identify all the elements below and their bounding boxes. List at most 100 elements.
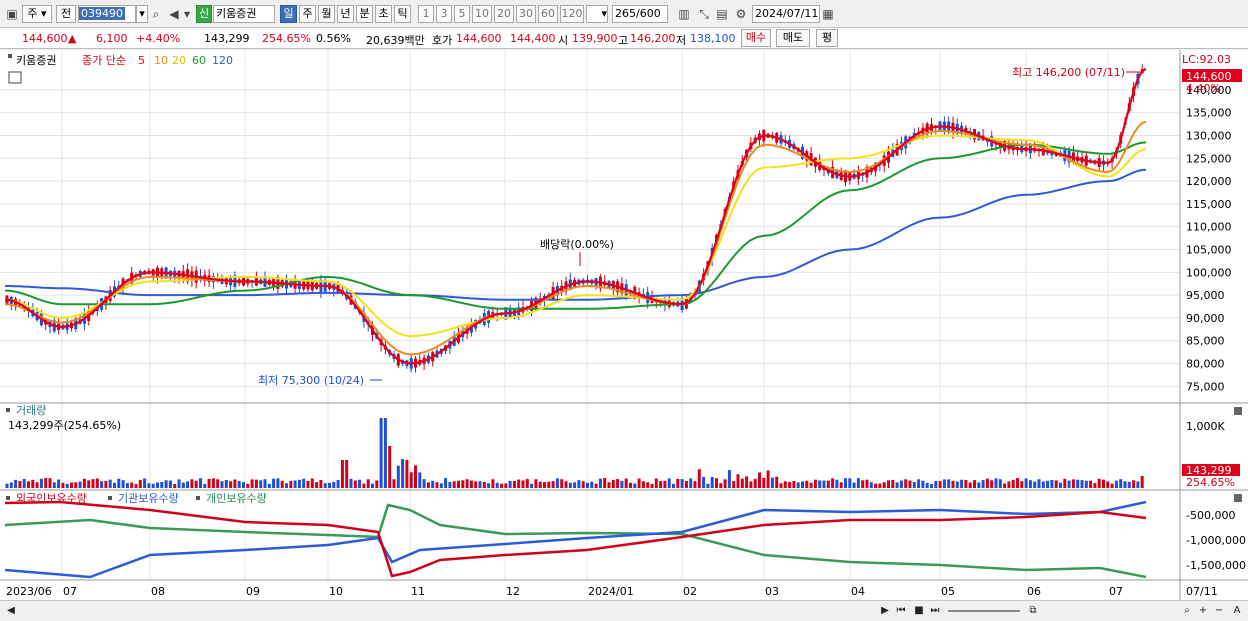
zoom-out-icon[interactable]: − — [1212, 604, 1226, 618]
volume-bar — [899, 480, 903, 488]
interval-1-button[interactable]: 1 — [418, 5, 434, 23]
price-change: 6,100 — [96, 32, 128, 45]
volume-bar — [336, 479, 340, 488]
chevron-down-icon[interactable]: ▾ — [182, 6, 192, 22]
table-toggle-icon[interactable] — [8, 71, 22, 84]
period-year-tab[interactable]: 년 — [337, 5, 354, 23]
period-tick-tab[interactable]: 틱 — [394, 5, 411, 23]
sell-button[interactable]: 매도 — [776, 29, 810, 47]
volume-bar — [388, 446, 392, 488]
time-axis-label: 09 — [246, 585, 260, 598]
volume-bar — [143, 478, 147, 488]
code-dropdown-button[interactable]: ▾ — [136, 5, 148, 23]
save-icon[interactable]: ▤ — [714, 6, 730, 22]
legend-ma5: 5 — [138, 54, 145, 67]
chart-type-icon[interactable]: ▥ — [676, 6, 692, 22]
volume-bar — [620, 480, 624, 488]
font-size-icon[interactable]: A — [1230, 604, 1244, 618]
speaker-icon[interactable]: ◀ — [166, 6, 182, 22]
market-all-button[interactable]: 전 — [56, 5, 76, 23]
bid-price: 144,400 — [510, 32, 556, 45]
volume-ratio: 254.65% — [262, 32, 311, 45]
period-month-tab[interactable]: 월 — [318, 5, 335, 23]
volume-bar — [947, 479, 951, 488]
volume-bar — [844, 478, 847, 488]
volume-bar — [276, 478, 280, 488]
fast-forward-icon[interactable]: ⏭ — [928, 604, 942, 618]
stock-code-input[interactable]: 039490 — [78, 5, 136, 23]
volume-bar — [414, 465, 417, 488]
holdings-close-icon[interactable] — [1234, 494, 1242, 502]
period-second-tab[interactable]: 초 — [375, 5, 392, 23]
chart-scrollbar[interactable]: ◀ ▶ ⏮ ■ ⏭ ⧉ ⌕ + − A — [0, 600, 1248, 621]
interval-3-button[interactable]: 3 — [436, 5, 452, 23]
period-minute-tab[interactable]: 분 — [356, 5, 373, 23]
interval-60-button[interactable]: 60 — [538, 5, 558, 23]
volume-bar — [706, 483, 710, 488]
volume-bar — [1063, 478, 1067, 488]
volume-bar — [173, 483, 177, 488]
volume-bar — [1037, 479, 1041, 488]
interval-custom-select[interactable]: ▾ — [586, 5, 608, 23]
tool-icon[interactable]: ⧉ — [1026, 604, 1040, 618]
zoom-search-icon[interactable]: ⌕ — [1180, 604, 1194, 618]
window-menu-icon[interactable]: ▣ — [4, 6, 20, 22]
volume-bar — [839, 482, 843, 488]
scroll-right-icon[interactable]: ▶ — [878, 604, 892, 618]
volume-bar — [1020, 481, 1024, 488]
interval-20-button[interactable]: 20 — [494, 5, 514, 23]
volume-bar — [469, 480, 473, 488]
volume-bar — [250, 479, 254, 488]
evaluate-button[interactable]: 평 — [816, 29, 838, 47]
zoom-slider[interactable] — [948, 610, 1020, 612]
volume-bar — [478, 481, 482, 488]
volume-bar — [590, 481, 594, 488]
volume-bar — [95, 478, 99, 488]
time-axis-label: 2024/01 — [588, 585, 634, 598]
volume-bar — [895, 482, 899, 488]
volume-bar — [194, 480, 198, 488]
interval-10-button[interactable]: 10 — [472, 5, 492, 23]
time-axis-label: 02 — [683, 585, 697, 598]
stock-chart[interactable]: 키움증권 종가 단순 5 10 20 60 120 최고 146,200 (07… — [0, 50, 1248, 600]
volume-bar — [874, 483, 878, 488]
zoom-in-icon[interactable]: + — [1196, 604, 1210, 618]
period-week-tab[interactable]: 주 — [299, 5, 316, 23]
volume-bar — [267, 483, 271, 488]
buy-button[interactable]: 매수 — [741, 29, 771, 47]
rewind-icon[interactable]: ⏮ — [894, 604, 908, 618]
time-axis-label: 07 — [1109, 585, 1123, 598]
volume-bar — [968, 482, 972, 488]
holdings-tick-2: -1,000,000 — [1186, 534, 1246, 547]
volume-bar — [259, 480, 263, 488]
volume-bar — [1067, 480, 1071, 488]
gear-icon[interactable]: ⚙ — [733, 6, 749, 22]
volume-bar — [530, 483, 534, 488]
interval-5-button[interactable]: 5 — [454, 5, 470, 23]
ask-price: 144,600 — [456, 32, 502, 45]
volume-close-icon[interactable] — [1234, 407, 1242, 415]
volume-info: 143,299주(254.65%) — [8, 419, 121, 432]
calendar-icon[interactable]: ▦ — [820, 6, 836, 22]
date-input[interactable]: 2024/07/11 — [752, 5, 820, 23]
volume-bar — [263, 479, 267, 488]
period-day-tab[interactable]: 일 — [280, 5, 297, 23]
volume-bar — [977, 482, 981, 488]
interval-120-button[interactable]: 120 — [560, 5, 584, 23]
volume-bar — [676, 478, 680, 488]
volume-bar — [22, 478, 26, 488]
volume-bar — [125, 483, 129, 488]
search-icon[interactable]: ⌕ — [148, 6, 164, 22]
volume-bar — [1076, 479, 1080, 488]
volume-bar — [426, 482, 430, 488]
price-tick-label: 75,000 — [1186, 380, 1225, 393]
volume-bar — [358, 479, 362, 488]
drawing-tool-icon[interactable]: ⤡ — [696, 6, 712, 22]
price-tick-label: 100,000 — [1186, 266, 1232, 279]
scroll-left-icon[interactable]: ◀ — [4, 604, 18, 618]
market-select[interactable]: 주 ▾ — [22, 5, 52, 23]
interval-30-button[interactable]: 30 — [516, 5, 536, 23]
stop-icon[interactable]: ■ — [912, 604, 926, 618]
volume-bar — [629, 482, 632, 488]
count-input[interactable]: 265/600 — [612, 5, 668, 23]
